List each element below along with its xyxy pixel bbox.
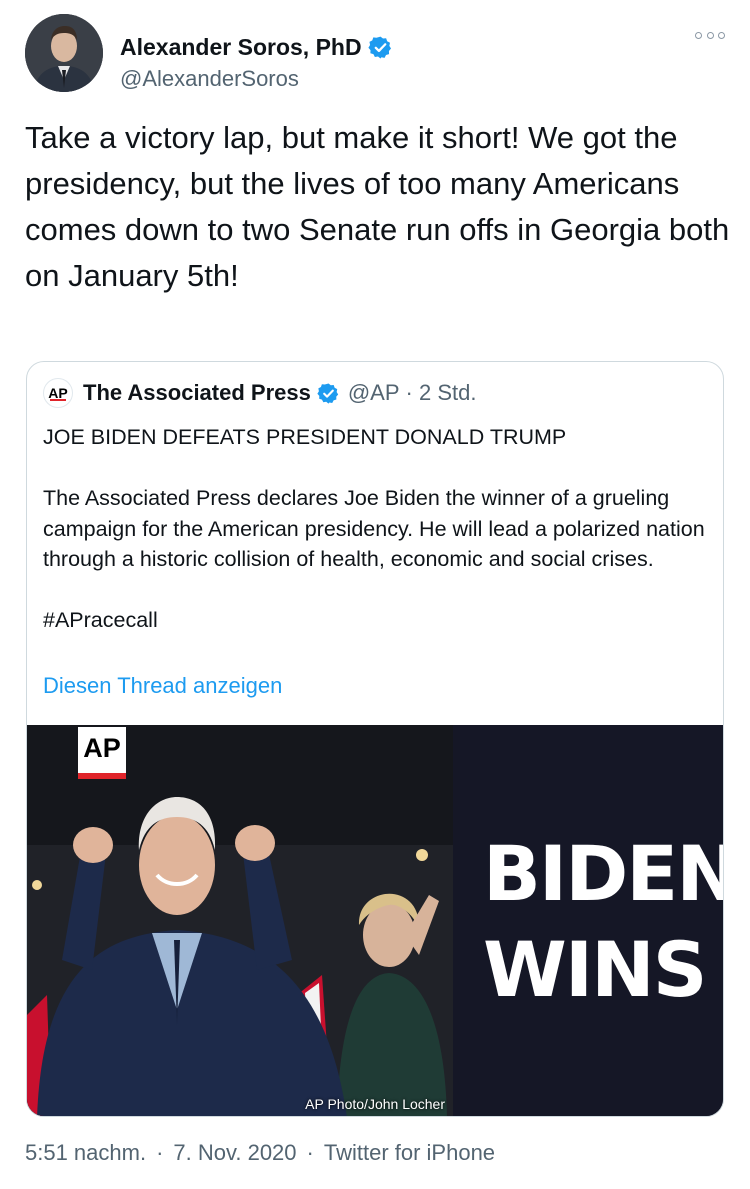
tweet-source[interactable]: Twitter for iPhone — [324, 1140, 495, 1166]
tweet-header: Alexander Soros, PhD @AlexanderSoros — [25, 14, 725, 94]
ap-badge-stripe — [78, 773, 126, 779]
photo-illustration — [27, 725, 453, 1116]
quoted-tweet-image[interactable]: AP AP Photo/John Locher BIDEN WINS — [27, 725, 724, 1116]
photo-credit: AP Photo/John Locher — [305, 1096, 445, 1112]
ap-logo-text: AP — [48, 385, 68, 401]
more-options-icon[interactable] — [695, 28, 725, 42]
hashtag-link[interactable]: #APracecall — [43, 605, 708, 636]
headline-panel: BIDEN WINS — [453, 725, 724, 1116]
avatar[interactable] — [25, 14, 103, 92]
quoted-tweet-time[interactable]: · 2 Std. — [406, 380, 477, 406]
ap-logo-icon[interactable]: AP — [43, 378, 73, 408]
tweet-footer: 5:51 nachm. · 7. Nov. 2020 · Twitter for… — [25, 1140, 495, 1166]
quoted-tweet[interactable]: AP The Associated Press @AP · 2 Std. JOE… — [26, 361, 724, 1117]
separator-dot: · — [156, 1140, 164, 1165]
separator-dot: · — [306, 1140, 314, 1165]
quoted-text: The Associated Press declares Joe Biden … — [43, 486, 705, 571]
ap-badge-text: AP — [83, 733, 121, 763]
image-headline-line1: BIDEN — [483, 828, 724, 918]
avatar-photo — [25, 14, 103, 92]
author-name[interactable]: Alexander Soros, PhD — [120, 34, 362, 61]
tweet-time[interactable]: 5:51 nachm. — [25, 1140, 146, 1166]
author-name-row[interactable]: Alexander Soros, PhD — [120, 34, 393, 61]
verified-badge-icon — [367, 36, 391, 59]
quoted-headline: JOE BIDEN DEFEATS PRESIDENT DONALD TRUMP — [43, 425, 567, 449]
author-handle[interactable]: @AlexanderSoros — [120, 66, 299, 92]
quoted-tweet-body: JOE BIDEN DEFEATS PRESIDENT DONALD TRUMP… — [43, 422, 708, 646]
tweet-text: Take a victory lap, but make it short! W… — [25, 120, 730, 293]
quoted-tweet-header: AP The Associated Press @AP · 2 Std. — [43, 378, 476, 408]
show-thread-link[interactable]: Diesen Thread anzeigen — [43, 673, 282, 699]
image-headline-line2: WINS — [483, 924, 707, 1014]
verified-badge-icon — [317, 382, 339, 404]
quoted-author-name[interactable]: The Associated Press — [83, 380, 311, 406]
ap-badge: AP — [78, 727, 126, 779]
quoted-author-handle[interactable]: @AP — [348, 380, 400, 406]
tweet-date[interactable]: 7. Nov. 2020 — [173, 1140, 296, 1166]
press-photo: AP AP Photo/John Locher — [27, 725, 453, 1116]
